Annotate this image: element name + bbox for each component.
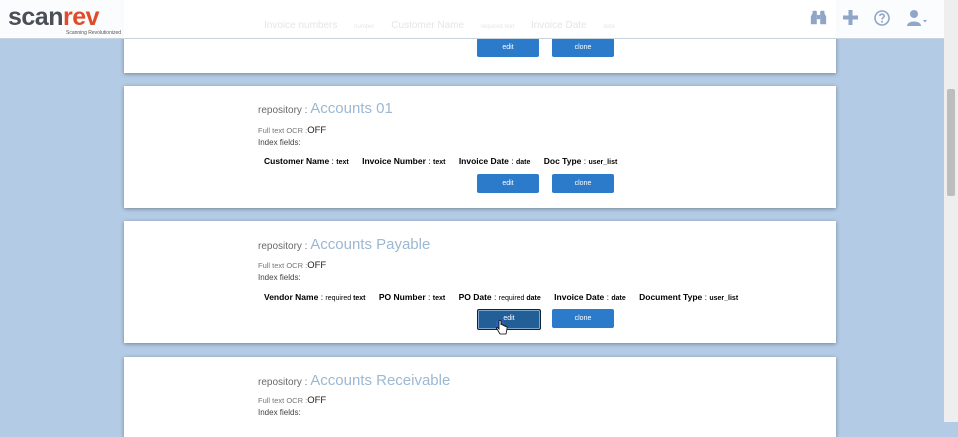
index-field: Invoice Date : date — [554, 292, 626, 302]
index-fields-label: Index fields: — [258, 408, 301, 417]
plus-icon[interactable] — [843, 10, 858, 25]
index-field: PO Number : text — [378, 292, 446, 302]
repository-title: repository : Accounts Receivable — [258, 372, 451, 389]
index-field: Invoice Number : text — [362, 156, 446, 166]
ocr-value: OFF — [307, 260, 327, 271]
repository-title: repository : Accounts Payable — [258, 236, 431, 253]
edit-button[interactable]: edit — [477, 309, 541, 330]
index-field: Vendor Name : required text — [264, 292, 366, 302]
ocr-value: OFF — [307, 395, 327, 406]
index-field: Invoice Date : date — [458, 156, 531, 166]
repository-card: repository : Accounts 01 Full text OCR :… — [124, 86, 836, 208]
index-fields-label: Index fields: — [258, 273, 301, 282]
help-circle-icon[interactable] — [874, 9, 890, 26]
vertical-scrollbar[interactable] — [944, 0, 958, 422]
index-field: Document Type : user_list — [639, 292, 739, 302]
index-field: Customer Name required text — [391, 20, 515, 31]
scrollbar-thumb[interactable] — [947, 89, 955, 196]
edit-button[interactable]: edit — [477, 174, 539, 193]
scanrev-logo[interactable]: scanrev Scanning Revolutionized — [8, 4, 121, 36]
repository-name: Accounts Payable — [310, 236, 431, 253]
user-icon[interactable] — [906, 9, 928, 26]
ocr-value: OFF — [307, 125, 327, 136]
index-field: Invoice Date date — [531, 20, 616, 31]
logo-tagline: Scanning Revolutionized — [66, 30, 122, 36]
clone-button[interactable]: clone — [552, 309, 614, 328]
edit-button[interactable]: edit — [477, 38, 539, 57]
repository-name: Accounts 01 — [310, 100, 393, 117]
index-field: Customer Name : text — [264, 156, 349, 166]
clone-button[interactable]: clone — [552, 174, 614, 193]
index-fields-list: Customer Name : text Invoice Number : te… — [264, 156, 628, 166]
index-field: Doc Type : user_list — [543, 156, 618, 166]
index-field: PO Date : required date — [458, 292, 541, 302]
hand-cursor-icon — [495, 319, 508, 335]
repository-card: repository : Accounts Payable Full text … — [124, 221, 836, 343]
index-fields-list: Vendor Name : required text PO Number : … — [264, 292, 749, 302]
top-navigation-bar: Invoice numbers number Customer Name req… — [0, 0, 944, 39]
index-field: Invoice numbers number — [264, 20, 375, 31]
full-text-ocr-status: Full text OCR :OFF — [258, 260, 327, 271]
full-text-ocr-status: Full text OCR :OFF — [258, 395, 327, 406]
clone-button[interactable]: clone — [552, 38, 614, 57]
binoculars-icon[interactable] — [810, 9, 827, 26]
repository-name: Accounts Receivable — [310, 372, 451, 389]
index-fields-label: Index fields: — [258, 138, 301, 147]
repository-card: repository : Accounts Receivable Full te… — [124, 357, 836, 437]
repository-title: repository : Accounts 01 — [258, 100, 393, 117]
full-text-ocr-status: Full text OCR :OFF — [258, 125, 327, 136]
